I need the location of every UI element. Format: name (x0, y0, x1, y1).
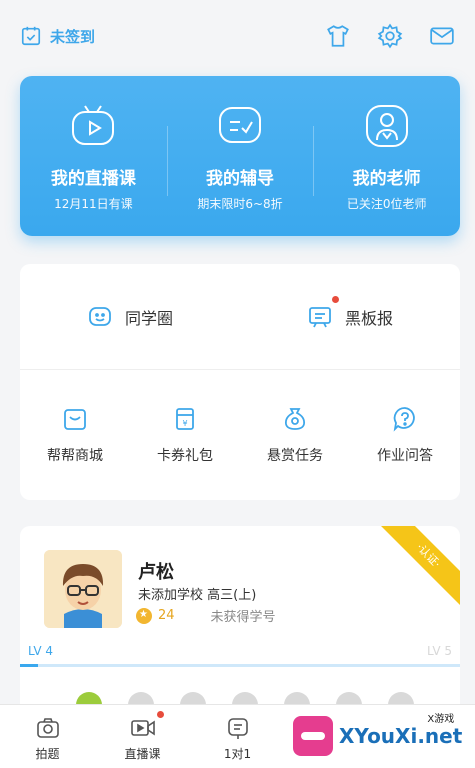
menu-card: 同学圈 黑板报 帮帮商城 ¥ 卡券礼包 悬赏任务 作业问答 (20, 264, 460, 500)
level-progress-bar (20, 664, 460, 667)
hero-title: 我的直播课 (50, 169, 136, 189)
shopping-bag-icon (64, 409, 86, 430)
my-live-course-item[interactable]: 我的直播课 12月11日有课 (20, 76, 167, 236)
notification-dot (157, 711, 164, 718)
tab-label: 1对1 (223, 747, 252, 761)
avatar-image (44, 550, 122, 628)
top-bar: 未签到 (0, 0, 475, 72)
level-label: LV 4 (28, 644, 54, 658)
tshirt-icon[interactable] (325, 23, 351, 49)
menu-label: 同学圈 (124, 308, 173, 328)
tab-label: 直播课 (124, 747, 161, 761)
coupon-icon: ¥ (176, 408, 194, 430)
hero-title: 我的老师 (352, 169, 421, 189)
smile-chat-icon (89, 306, 111, 326)
money-bag-icon (284, 408, 306, 430)
coin-count: 24 (158, 608, 175, 623)
one-on-one-icon (227, 718, 248, 739)
user-school: 未添加学校 高三(上) (138, 588, 257, 603)
calendar-check-icon (21, 26, 41, 46)
coin-icon (136, 607, 152, 624)
hero-subtitle: 12月11日有课 (54, 197, 133, 211)
menu-label: 卡券礼包 (157, 448, 213, 464)
coupons-item[interactable]: ¥ 卡券礼包 (130, 405, 240, 465)
classmates-circle-item[interactable]: 同学圈 (20, 264, 240, 369)
menu-label: 悬赏任务 (267, 448, 323, 464)
menu-label: 帮帮商城 (47, 448, 103, 464)
blackboard-item[interactable]: 黑板报 (240, 264, 460, 369)
tab-one-on-one[interactable]: 1对1 (190, 705, 285, 768)
menu-label: 黑板报 (344, 308, 393, 328)
watermark-small-text: X游戏 (427, 714, 455, 725)
hero-subtitle: 期末限时6~8折 (197, 197, 283, 211)
hero-subtitle: 已关注0位老师 (346, 197, 427, 211)
question-bubble-icon (393, 407, 415, 432)
hero-card: 我的直播课 12月11日有课 我的辅导 期末限时6~8折 我的老师 已关注0位老… (20, 76, 460, 236)
watermark-text: XYouXi.net (339, 724, 463, 748)
gear-icon[interactable] (377, 23, 403, 49)
tv-play-icon (72, 105, 115, 145)
tab-photo-search[interactable]: 拍题 (0, 705, 95, 768)
video-icon (130, 720, 155, 736)
menu-label: 作业问答 (377, 448, 433, 464)
bounty-tasks-item[interactable]: 悬赏任务 (240, 405, 350, 465)
my-tutoring-item[interactable]: 我的辅导 期末限时6~8折 (166, 76, 314, 236)
board-icon (309, 306, 331, 327)
tab-live-course[interactable]: 直播课 (95, 705, 190, 768)
my-teacher-item[interactable]: 我的老师 已关注0位老师 (313, 76, 460, 236)
user-stats: 24 未获得学号 (136, 606, 276, 625)
camera-icon (36, 718, 59, 738)
user-name: 卢松 (138, 562, 174, 583)
next-level-label: LV 5 (426, 644, 452, 658)
homework-qa-item[interactable]: 作业问答 (350, 405, 460, 465)
teacher-icon (365, 105, 408, 147)
notification-dot (331, 295, 339, 303)
mail-icon[interactable] (429, 23, 455, 49)
chat-check-icon (219, 107, 261, 143)
svg-text:¥: ¥ (182, 419, 187, 428)
avatar[interactable] (44, 550, 122, 628)
student-id: 未获得学号 (210, 610, 276, 625)
watermark-logo (293, 716, 333, 756)
shop-item[interactable]: 帮帮商城 (20, 405, 130, 465)
level-row: LV 4 LV 5 (20, 644, 460, 668)
signin-label: 未签到 (50, 27, 96, 46)
tab-label: 拍题 (35, 747, 60, 761)
verified-ribbon: ·认证· (370, 526, 460, 614)
site-watermark: X游戏 XYouXi.net (285, 704, 475, 768)
level-progress-fill (20, 664, 38, 667)
signin-button[interactable]: 未签到 (20, 25, 95, 47)
hero-title: 我的辅导 (206, 169, 274, 189)
